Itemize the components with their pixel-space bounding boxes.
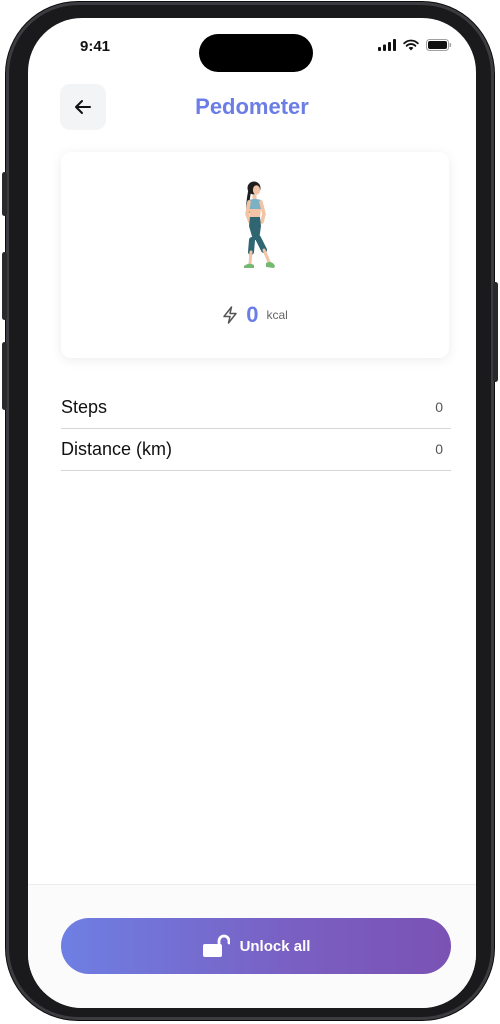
dynamic-island — [199, 34, 313, 72]
unlock-all-label: Unlock all — [239, 937, 311, 955]
page-title: Pedometer — [195, 94, 309, 119]
calories-row: 0 kcal — [61, 302, 449, 328]
phone-frame: 9:41 Pedometer 0 kcal Steps 0 Distance (… — [2, 2, 498, 1020]
screen: 9:41 Pedometer 0 kcal Steps 0 Distance (… — [28, 18, 476, 1008]
distance-label: Distance (km) — [61, 438, 173, 459]
wifi-icon — [403, 39, 419, 51]
distance-value: 0 — [435, 441, 443, 457]
lightning-icon — [223, 306, 237, 324]
power-button — [493, 282, 498, 382]
steps-value: 0 — [435, 399, 443, 415]
volume-up-button — [2, 252, 7, 320]
signal-icon — [378, 39, 396, 51]
walking-woman-illustration — [244, 181, 275, 268]
action-button — [2, 172, 7, 216]
status-time: 9:41 — [80, 38, 111, 55]
calories-unit: kcal — [266, 308, 288, 322]
battery-icon — [426, 39, 452, 51]
distance-row: Distance (km) 0 — [61, 428, 451, 471]
unlock-icon — [202, 934, 230, 957]
status-icons — [378, 39, 452, 51]
volume-down-button — [2, 342, 7, 410]
steps-label: Steps — [61, 396, 108, 417]
unlock-all-button[interactable]: Unlock all — [61, 918, 451, 974]
calories-value: 0 — [246, 302, 259, 327]
steps-row: Steps 0 — [61, 386, 451, 429]
summary-card: 0 kcal — [61, 152, 449, 358]
